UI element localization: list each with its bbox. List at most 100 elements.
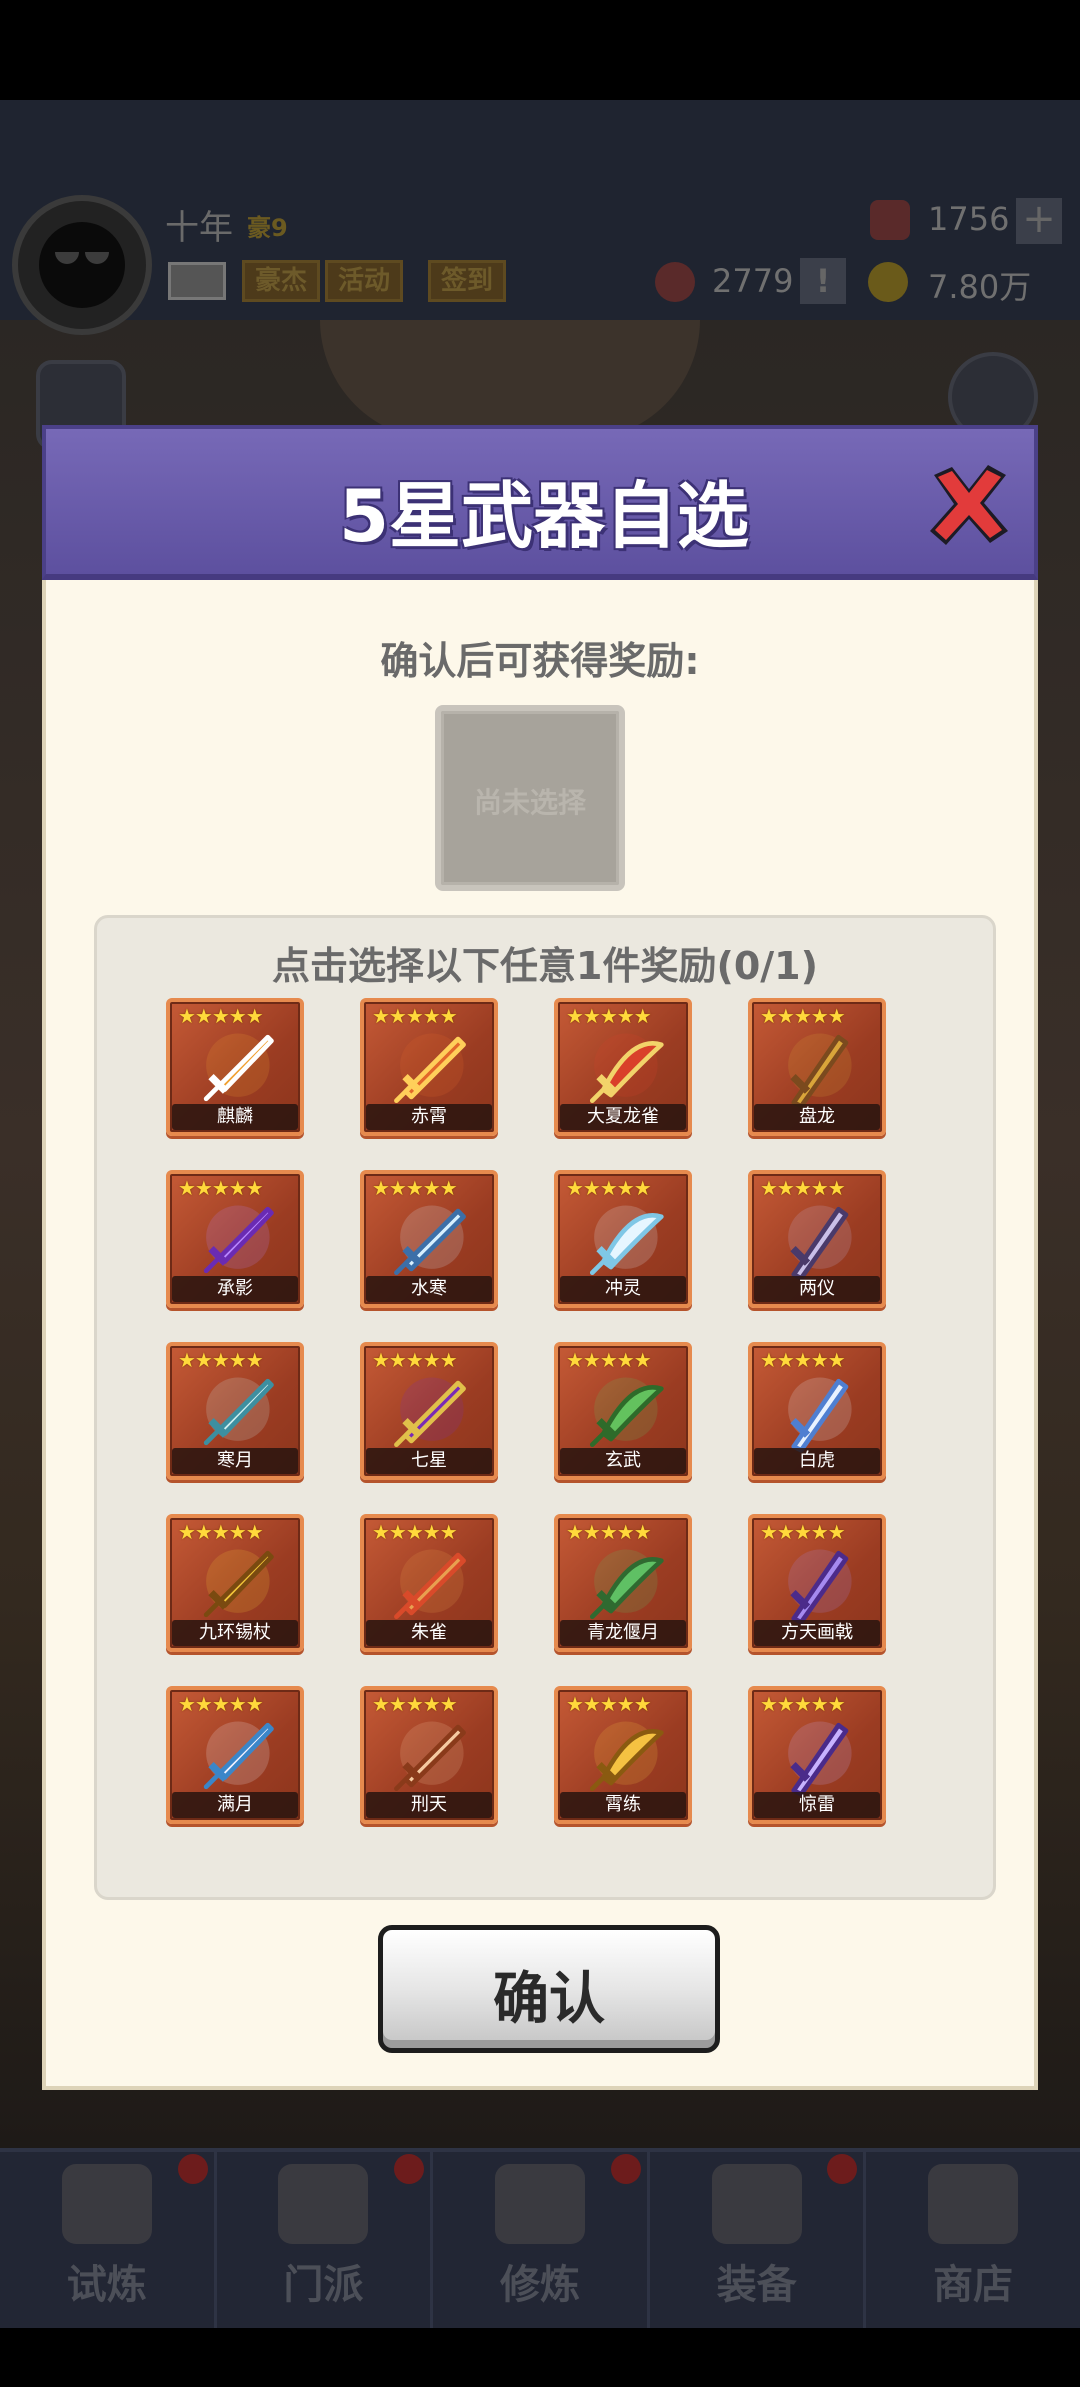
add-gems-button[interactable]: + — [1016, 198, 1062, 244]
weapon-card[interactable]: ★★★★★ 七星 — [360, 1342, 498, 1480]
rarity-stars: ★★★★★ — [760, 1004, 846, 1028]
rarity-stars: ★★★★★ — [566, 1520, 652, 1544]
weapon-card[interactable]: ★★★★★ 方天画戟 — [748, 1514, 886, 1652]
weapon-card[interactable]: ★★★★★ 惊雷 — [748, 1686, 886, 1824]
weapon-card[interactable]: ★★★★★ 水寒 — [360, 1170, 498, 1308]
weapon-card[interactable]: ★★★★★ 麒麟 — [166, 998, 304, 1136]
rarity-stars: ★★★★★ — [178, 1348, 264, 1372]
tortoise-shield-icon — [589, 1377, 664, 1447]
events-button[interactable]: 活动 — [325, 260, 404, 302]
status-bar — [0, 0, 1080, 100]
nav-equipment[interactable]: 装备 — [650, 2152, 867, 2328]
golden-sword-icon — [589, 1721, 664, 1791]
weapon-name: 盘龙 — [754, 1104, 880, 1130]
nav-sect[interactable]: 门派 — [217, 2152, 434, 2328]
weapon-options-panel: 点击选择以下任意1件奖励(0/1) ★★★★★ 麒麟 ★★★★★ 赤霄 ★★★★★ 大夏龙… — [94, 915, 996, 1900]
rarity-stars: ★★★★★ — [372, 1176, 458, 1200]
dragon-broadsword-icon — [589, 1033, 664, 1103]
weapon-card[interactable]: ★★★★★ 白虎 — [748, 1342, 886, 1480]
rarity-stars: ★★★★★ — [760, 1176, 846, 1200]
rarity-stars: ★★★★★ — [566, 1348, 652, 1372]
rarity-stars: ★★★★★ — [178, 1176, 264, 1200]
purple-sword-icon — [203, 1205, 274, 1274]
rarity-stars: ★★★★★ — [178, 1520, 264, 1544]
reward-hint: 确认后可获得奖励: — [380, 639, 700, 683]
dialog-header: 5星武器自选 — [42, 425, 1038, 580]
white-tiger-icon — [788, 1377, 852, 1453]
weapon-name: 玄武 — [560, 1448, 686, 1474]
weapon-name: 两仪 — [754, 1276, 880, 1302]
weapon-card[interactable]: ★★★★★ 九环锡杖 — [166, 1514, 304, 1652]
weapon-name: 赤霄 — [366, 1104, 492, 1130]
red-sword-icon — [394, 1033, 466, 1103]
weapon-card[interactable]: ★★★★★ 玄武 — [554, 1342, 692, 1480]
weapon-card[interactable]: ★★★★★ 两仪 — [748, 1170, 886, 1308]
weapon-name: 刑天 — [366, 1792, 492, 1818]
weapon-card[interactable]: ★★★★★ 承影 — [166, 1170, 304, 1308]
weapon-name: 寒月 — [172, 1448, 298, 1474]
weapon-name: 满月 — [172, 1792, 298, 1818]
weapon-name: 九环锡杖 — [172, 1620, 298, 1646]
weapon-name: 霄练 — [560, 1792, 686, 1818]
rarity-stars: ★★★★★ — [372, 1348, 458, 1372]
slot-placeholder: 尚未选择 — [473, 786, 586, 819]
close-icon — [930, 465, 1008, 545]
rarity-stars: ★★★★★ — [760, 1348, 846, 1372]
shop-icon — [928, 2164, 1019, 2244]
ninja-face-icon — [39, 222, 125, 308]
gem-count: 1756 — [928, 200, 1010, 238]
rarity-stars: ★★★★★ — [178, 1004, 264, 1028]
vip-badge: 豪9 — [247, 214, 288, 242]
sword-shield-icon — [711, 2164, 802, 2244]
weapon-name: 麒麟 — [172, 1104, 298, 1130]
notification-dot — [177, 2154, 208, 2184]
weapon-card[interactable]: ★★★★★ 赤霄 — [360, 998, 498, 1136]
weapon-card[interactable]: ★★★★★ 刑天 — [360, 1686, 498, 1824]
weapon-name: 七星 — [366, 1448, 492, 1474]
nav-cultivate[interactable]: 修炼 — [433, 2152, 650, 2328]
rarity-stars: ★★★★★ — [178, 1692, 264, 1716]
nav-trial[interactable]: 试炼 — [0, 2152, 217, 2328]
notification-dot — [394, 2154, 425, 2184]
close-button[interactable] — [926, 461, 1012, 547]
weapon-name: 大夏龙雀 — [560, 1104, 686, 1130]
frost-blade-icon — [203, 1377, 274, 1446]
weapon-card[interactable]: ★★★★★ 盘龙 — [748, 998, 886, 1136]
rarity-stars: ★★★★★ — [372, 1520, 458, 1544]
weapon-card[interactable]: ★★★★★ 寒月 — [166, 1342, 304, 1480]
weapon-select-dialog: 5星武器自选 确认后可获得奖励: 尚未选择 点击选择以下任意1件奖励(0/1) … — [42, 425, 1038, 2090]
weapon-card[interactable]: ★★★★★ 满月 — [166, 1686, 304, 1824]
checkin-button[interactable]: 签到 — [428, 260, 507, 302]
heroes-button[interactable]: 豪杰 — [242, 260, 321, 302]
notification-dot — [827, 2154, 858, 2184]
weapon-name: 水寒 — [366, 1276, 492, 1302]
system-nav-bar — [0, 2328, 1080, 2387]
nav-shop[interactable]: 商店 — [866, 2152, 1080, 2328]
dialog-title: 5星武器自选 — [338, 474, 750, 558]
rarity-stars: ★★★★★ — [760, 1692, 846, 1716]
weapon-card[interactable]: ★★★★★ 霄练 — [554, 1686, 692, 1824]
rarity-stars: ★★★★★ — [566, 1004, 652, 1028]
token-icon — [655, 262, 695, 302]
weapon-card[interactable]: ★★★★★ 大夏龙雀 — [554, 998, 692, 1136]
token-info-button[interactable]: ! — [800, 258, 846, 304]
mail-icon[interactable] — [168, 262, 226, 300]
notification-dot — [610, 2154, 641, 2184]
rarity-stars: ★★★★★ — [566, 1176, 652, 1200]
green-dragon-glaive-icon — [589, 1549, 664, 1619]
rarity-stars: ★★★★★ — [372, 1004, 458, 1028]
dark-sword-icon — [788, 1205, 852, 1281]
player-avatar[interactable] — [12, 195, 152, 335]
top-bar — [0, 100, 1080, 320]
vermilion-spear-icon — [394, 1549, 466, 1619]
weapon-name: 冲灵 — [560, 1276, 686, 1302]
weapon-card[interactable]: ★★★★★ 朱雀 — [360, 1514, 498, 1652]
seven-star-blade-icon — [394, 1377, 466, 1447]
weapon-card[interactable]: ★★★★★ 青龙偃月 — [554, 1514, 692, 1652]
confirm-button[interactable]: 确认 — [378, 1925, 720, 2053]
dragon-staff-icon — [788, 1033, 852, 1109]
weapon-card[interactable]: ★★★★★ 冲灵 — [554, 1170, 692, 1308]
player-name: 十年 — [165, 208, 233, 248]
weapon-grid: ★★★★★ 麒麟 ★★★★★ 赤霄 ★★★★★ 大夏龙雀 ★★★★★ 盘龙 ★★★★★ 承影 ★★★… — [166, 998, 886, 1824]
rarity-stars: ★★★★★ — [372, 1692, 458, 1716]
